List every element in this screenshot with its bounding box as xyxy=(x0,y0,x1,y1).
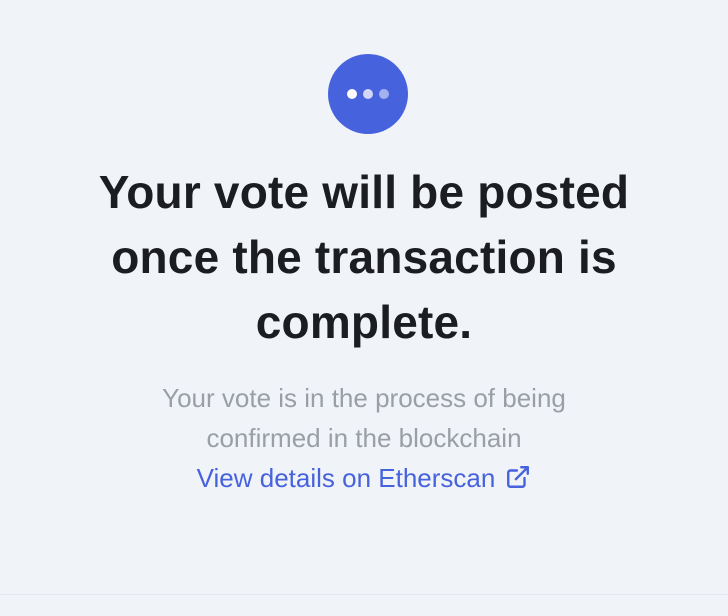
loading-dot xyxy=(347,89,357,99)
status-heading-line-3: complete. xyxy=(255,296,473,348)
view-on-etherscan-link[interactable]: View details on Etherscan xyxy=(197,463,532,493)
status-description-line-1: Your vote is in the process of being xyxy=(162,383,566,413)
status-heading: Your vote will be posted once the transa… xyxy=(40,160,688,355)
external-link-icon xyxy=(505,461,531,501)
status-description: Your vote is in the process of being con… xyxy=(100,378,628,458)
transaction-pending-panel: Your vote will be posted once the transa… xyxy=(0,0,728,595)
loading-dots-icon xyxy=(328,54,408,134)
status-description-line-2: confirmed in the blockchain xyxy=(206,423,522,453)
loading-dot xyxy=(379,89,389,99)
status-heading-line-1: Your vote will be posted xyxy=(98,166,630,218)
etherscan-link-row: View details on Etherscan xyxy=(100,458,628,501)
etherscan-link-label: View details on Etherscan xyxy=(196,463,496,493)
loading-dot xyxy=(363,89,373,99)
status-heading-line-2: once the transaction is xyxy=(111,231,617,283)
